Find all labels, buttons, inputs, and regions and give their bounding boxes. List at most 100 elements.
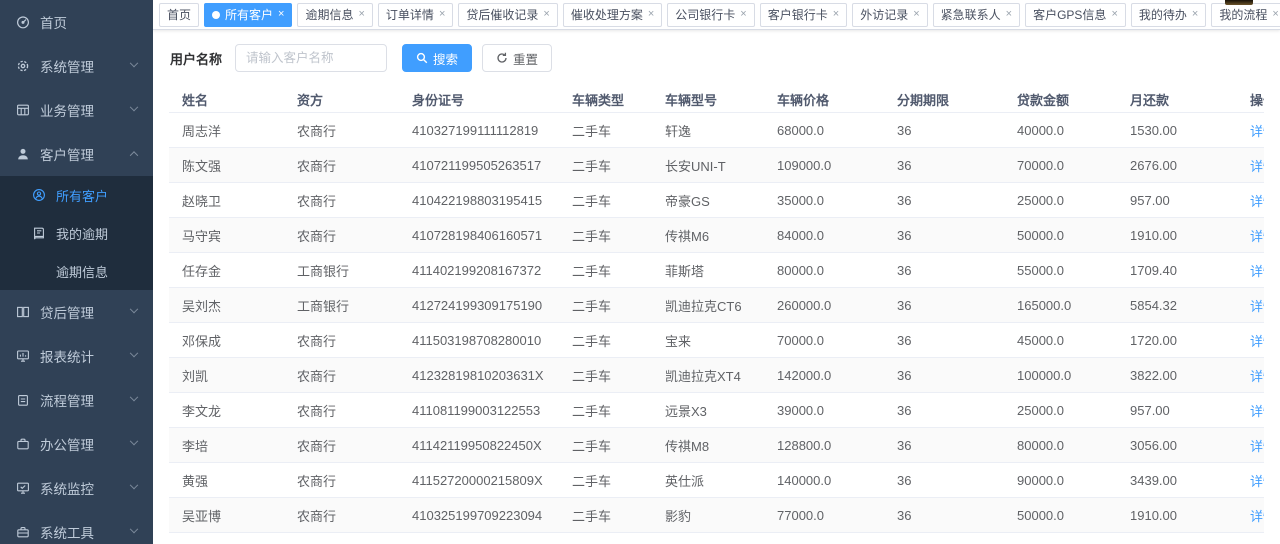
detail-link[interactable]: 详情 <box>1250 404 1264 419</box>
cell-monthly-payment: 1530.00 <box>1117 123 1237 138</box>
chevron-icon <box>130 103 138 111</box>
close-icon[interactable]: × <box>543 9 549 20</box>
cell-loan-amount: 25000.0 <box>1004 193 1117 208</box>
detail-link[interactable]: 详情 <box>1250 229 1264 244</box>
tab[interactable]: 公司银行卡 × <box>667 3 754 27</box>
tab[interactable]: 外访记录 × <box>852 3 927 27</box>
reset-button[interactable]: 重置 <box>482 44 552 72</box>
column-header: 贷款金额 <box>1004 90 1117 109</box>
cell-vehicle-model: 帝豪GS <box>652 191 764 210</box>
cell-installment-term: 36 <box>884 403 1004 418</box>
cell-loan-amount: 80000.0 <box>1004 438 1117 453</box>
close-icon[interactable]: × <box>740 9 746 20</box>
cell-vehicle-price: 128800.0 <box>764 438 884 453</box>
tab[interactable]: 我的待办 × <box>1131 3 1206 27</box>
table-row-partial <box>169 533 1264 542</box>
detail-link[interactable]: 详情 <box>1250 159 1264 174</box>
sidebar-item[interactable]: 逾期信息 <box>0 252 153 290</box>
close-icon[interactable]: × <box>1192 9 1198 20</box>
sidebar-item[interactable]: 业务管理 <box>0 88 153 132</box>
tab[interactable]: 订单详情 × <box>378 3 453 27</box>
business-grid-icon <box>15 103 30 118</box>
search-button[interactable]: 搜索 <box>402 44 472 72</box>
tab[interactable]: 逾期信息 × <box>297 3 372 27</box>
chevron-icon <box>130 151 138 159</box>
cell-funder: 农商行 <box>284 191 399 210</box>
cell-vehicle-type: 二手车 <box>559 226 652 245</box>
sidebar-item-label: 系统工具 <box>40 522 94 542</box>
tab[interactable]: 首页 <box>159 3 199 27</box>
detail-link[interactable]: 详情 <box>1250 334 1264 349</box>
cell-vehicle-price: 70000.0 <box>764 333 884 348</box>
search-button-label: 搜索 <box>433 49 458 68</box>
cell-name: 吴亚博 <box>169 506 284 525</box>
close-icon[interactable]: × <box>1272 9 1278 20</box>
tab[interactable]: 客户GPS信息 × <box>1025 3 1126 27</box>
tab-label: 所有客户 <box>225 6 273 23</box>
sidebar-item[interactable]: 我的逾期 <box>0 214 153 252</box>
tab[interactable]: 客户银行卡 × <box>760 3 847 27</box>
cell-loan-amount: 70000.0 <box>1004 158 1117 173</box>
gear-icon <box>15 59 30 74</box>
cell-id-number: 411402199208167372 <box>399 263 559 278</box>
cell-loan-amount: 90000.0 <box>1004 473 1117 488</box>
cell-name: 吴刘杰 <box>169 296 284 315</box>
tab[interactable]: 所有客户 × <box>204 3 292 27</box>
close-icon[interactable]: × <box>1111 9 1117 20</box>
sidebar-item-label: 系统管理 <box>40 56 94 76</box>
customer-user-icon <box>15 147 30 162</box>
close-icon[interactable]: × <box>278 9 284 20</box>
cell-installment-term: 36 <box>884 123 1004 138</box>
sidebar-item[interactable]: 首页 <box>0 0 153 44</box>
cell-vehicle-model: 英仕派 <box>652 471 764 490</box>
sidebar-item[interactable]: 办公管理 <box>0 422 153 466</box>
close-icon[interactable]: × <box>833 9 839 20</box>
tab-label: 外访记录 <box>860 6 908 23</box>
search-field-label: 用户名称 <box>170 49 222 68</box>
item-icon <box>31 264 46 279</box>
sidebar-item[interactable]: 客户管理 <box>0 132 153 176</box>
chevron-icon <box>130 305 138 313</box>
cell-funder: 农商行 <box>284 226 399 245</box>
customer-name-input[interactable] <box>235 44 387 72</box>
detail-link[interactable]: 详情 <box>1250 509 1264 524</box>
close-icon[interactable]: × <box>648 9 654 20</box>
sidebar-item[interactable]: 系统管理 <box>0 44 153 88</box>
cell-vehicle-price: 77000.0 <box>764 508 884 523</box>
table-header-row: 姓名资方身份证号车辆类型车辆型号车辆价格分期期限贷款金额月还款操作 <box>169 86 1264 113</box>
close-icon[interactable]: × <box>358 9 364 20</box>
detail-link[interactable]: 详情 <box>1250 299 1264 314</box>
tab[interactable]: 紧急联系人 × <box>933 3 1020 27</box>
sidebar-item[interactable]: 报表统计 <box>0 334 153 378</box>
chevron-icon <box>130 393 138 401</box>
detail-link[interactable]: 详情 <box>1250 474 1264 489</box>
cell-name: 周志洋 <box>169 121 284 140</box>
detail-link[interactable]: 详情 <box>1250 439 1264 454</box>
sidebar-item[interactable]: 系统监控 <box>0 466 153 510</box>
sidebar-item[interactable]: 贷后管理 <box>0 290 153 334</box>
table-row: 李培 农商行 41142119950822450X 二手车 传祺M8 12880… <box>169 428 1264 463</box>
detail-link[interactable]: 详情 <box>1250 369 1264 384</box>
close-icon[interactable]: × <box>913 9 919 20</box>
cell-name: 李文龙 <box>169 401 284 420</box>
sidebar-item[interactable]: 所有客户 <box>0 176 153 214</box>
detail-link[interactable]: 详情 <box>1250 124 1264 139</box>
detail-link[interactable]: 详情 <box>1250 264 1264 279</box>
close-icon[interactable]: × <box>1006 9 1012 20</box>
tab[interactable]: 催收处理方案 × <box>563 3 662 27</box>
cell-name: 赵晓卫 <box>169 191 284 210</box>
close-icon[interactable]: × <box>439 9 445 20</box>
tab-label: 首页 <box>167 6 191 23</box>
sidebar-item[interactable]: 系统工具 <box>0 510 153 544</box>
tab[interactable]: 我的流程 × <box>1211 3 1280 27</box>
table-row: 黄强 农商行 41152720000215809X 二手车 英仕派 140000… <box>169 463 1264 498</box>
table-row: 邓保成 农商行 411503198708280010 二手车 宝来 70000.… <box>169 323 1264 358</box>
detail-link[interactable]: 详情 <box>1250 194 1264 209</box>
cell-monthly-payment: 1720.00 <box>1117 333 1237 348</box>
cell-installment-term: 36 <box>884 333 1004 348</box>
refresh-icon <box>496 52 508 64</box>
sidebar-item[interactable]: 流程管理 <box>0 378 153 422</box>
tab[interactable]: 贷后催收记录 × <box>458 3 557 27</box>
sidebar-menu: 首页 系统管理 业务管理 客户管理 所有客户 我的逾期 <box>0 0 153 544</box>
cell-vehicle-type: 二手车 <box>559 261 652 280</box>
